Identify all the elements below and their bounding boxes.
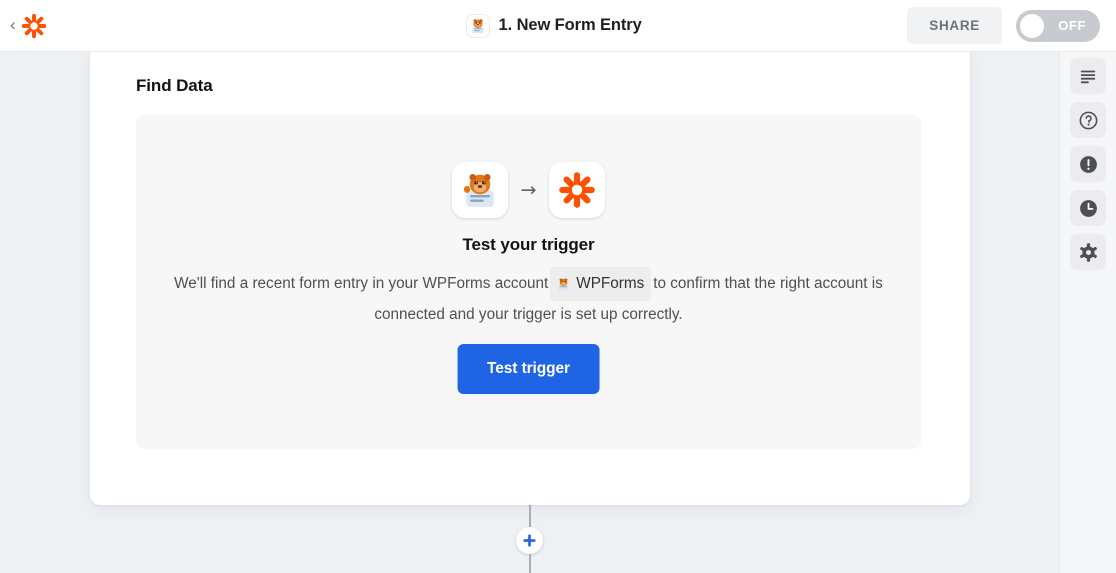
alert-circle-icon[interactable] bbox=[1070, 146, 1106, 182]
wpforms-account-chip[interactable]: WPForms bbox=[550, 267, 652, 301]
zap-title-group: 1. New Form Entry bbox=[200, 13, 907, 38]
test-trigger-panel: → Test your trigger We'll find a recent … bbox=[136, 115, 921, 449]
clock-icon[interactable] bbox=[1070, 190, 1106, 226]
section-heading: Find Data bbox=[136, 76, 213, 95]
top-bar-left: ‹ bbox=[0, 13, 200, 39]
right-sidebar bbox=[1059, 52, 1116, 573]
wpforms-app-icon bbox=[451, 162, 508, 218]
test-trigger-button[interactable]: Test trigger bbox=[457, 344, 600, 394]
app-flow-icons: → bbox=[136, 162, 921, 218]
zap-on-off-toggle[interactable]: OFF bbox=[1016, 9, 1100, 42]
notes-icon[interactable] bbox=[1070, 58, 1106, 94]
zap-editor: ‹ 1. New Form Entry SHARE OFF Find Data … bbox=[0, 0, 1116, 573]
top-bar-right: SHARE OFF bbox=[907, 7, 1116, 44]
connector-line-lower bbox=[529, 554, 531, 573]
plus-icon bbox=[523, 534, 536, 547]
arrow-right-icon: → bbox=[520, 178, 537, 201]
gear-icon[interactable] bbox=[1070, 234, 1106, 270]
trigger-step-card: Find Data → Test your trigger We'll find… bbox=[90, 52, 970, 505]
wpforms-app-icon bbox=[465, 13, 490, 38]
panel-description: We'll find a recent form entry in your W… bbox=[163, 267, 894, 329]
toggle-state-label: OFF bbox=[1058, 18, 1086, 33]
share-button[interactable]: SHARE bbox=[907, 7, 1002, 44]
toggle-knob bbox=[1020, 13, 1044, 38]
help-circle-icon[interactable] bbox=[1070, 102, 1106, 138]
chevron-left-icon[interactable]: ‹ bbox=[8, 14, 17, 37]
chip-label: WPForms bbox=[576, 275, 645, 292]
add-step-button[interactable] bbox=[516, 527, 543, 554]
zap-canvas: Find Data → Test your trigger We'll find… bbox=[0, 52, 1059, 573]
zapier-logo-icon bbox=[549, 162, 606, 218]
zapier-logo-icon[interactable] bbox=[21, 13, 47, 39]
zap-title[interactable]: 1. New Form Entry bbox=[499, 16, 642, 35]
step-connector bbox=[0, 505, 1059, 573]
description-part-1: We'll find a recent form entry in your W… bbox=[174, 275, 549, 293]
panel-title: Test your trigger bbox=[462, 235, 595, 254]
top-bar: ‹ 1. New Form Entry SHARE OFF bbox=[0, 0, 1116, 52]
